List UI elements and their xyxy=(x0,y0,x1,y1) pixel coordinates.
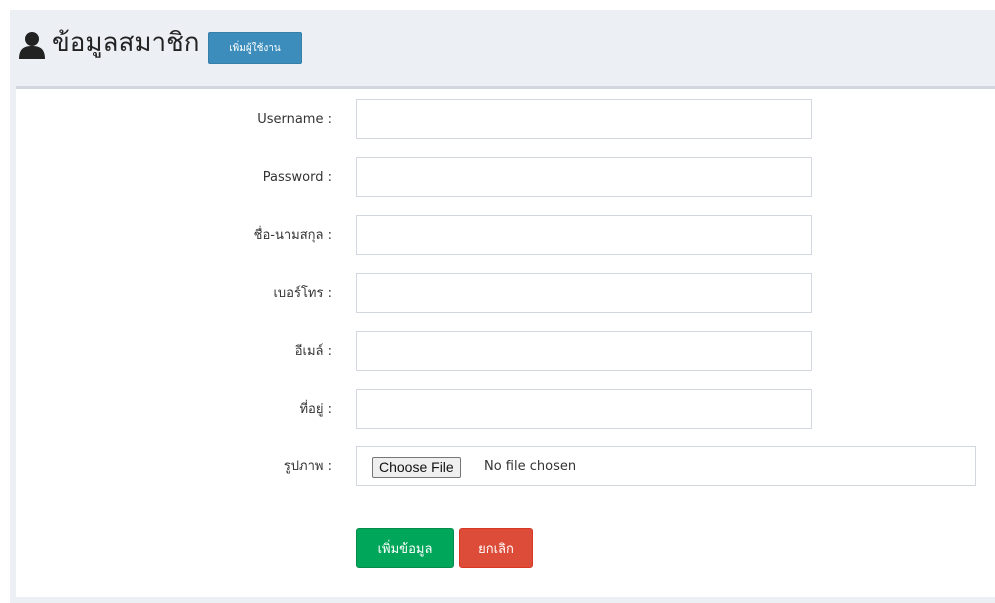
email-label: อีเมล์ : xyxy=(294,344,332,359)
panel-shade-bottom xyxy=(10,597,995,603)
phone-label: เบอร์โทร : xyxy=(273,286,332,301)
username-label: Username : xyxy=(257,112,332,127)
user-icon xyxy=(19,32,45,59)
address-field[interactable] xyxy=(356,389,812,429)
choose-file-button[interactable]: Choose File xyxy=(372,457,461,478)
fullname-label: ชื่อ-นามสกุล : xyxy=(253,228,332,243)
username-field[interactable] xyxy=(356,99,812,139)
address-label: ที่อยู่ : xyxy=(299,402,332,417)
image-label: รูปภาพ : xyxy=(283,459,332,474)
submit-button[interactable]: เพิ่มข้อมูล xyxy=(356,528,454,568)
phone-field[interactable] xyxy=(356,273,812,313)
password-field[interactable] xyxy=(356,157,812,197)
no-file-text: No file chosen xyxy=(484,459,577,474)
content-header: ข้อมูลสมาชิก เพิ่มผู้ใช้งาน xyxy=(10,10,995,86)
add-user-button[interactable]: เพิ่มผู้ใช้งาน xyxy=(208,32,302,64)
email-field[interactable] xyxy=(356,331,812,371)
password-label: Password : xyxy=(262,170,332,185)
page-title: ข้อมูลสมาชิก xyxy=(52,28,200,58)
cancel-button[interactable]: ยกเลิก xyxy=(459,528,533,568)
image-file-input[interactable]: Choose File No file chosen xyxy=(356,446,976,486)
fullname-field[interactable] xyxy=(356,215,812,255)
